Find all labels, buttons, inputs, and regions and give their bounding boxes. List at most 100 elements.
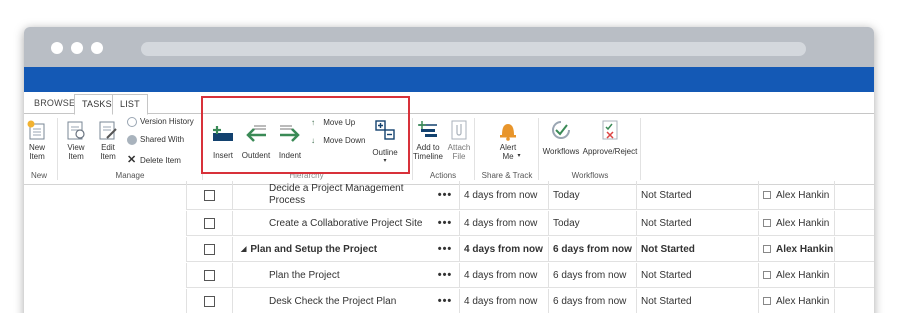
presence-checkbox[interactable] (763, 219, 771, 227)
task-title[interactable]: Plan the Project (232, 263, 427, 287)
assignee-name[interactable]: Alex Hankin (776, 190, 829, 201)
table-row[interactable]: ◢ Plan and Setup the Project ••• 4 days f… (186, 237, 874, 262)
delete-item-button[interactable]: ✕ Delete Item (127, 153, 181, 166)
alert-me-button[interactable]: Alert Me ▾ (492, 119, 524, 161)
shared-with-button[interactable]: Shared With (127, 135, 184, 145)
table-row[interactable]: Create a Collaborative Project Site ••• … (186, 211, 874, 236)
presence-checkbox[interactable] (763, 191, 771, 199)
new-item-icon (27, 120, 45, 140)
row-checkbox[interactable] (204, 295, 215, 307)
more-options-icon[interactable]: ••• (427, 289, 459, 313)
approve-reject-icon (602, 120, 618, 140)
due-date: Today (548, 181, 636, 209)
row-checkbox-cell (186, 289, 232, 313)
task-title[interactable]: Decide a Project Management Process (232, 181, 427, 209)
version-history-label: Version History (140, 117, 194, 127)
version-history-icon (127, 117, 137, 127)
ribbon-tabs: BROWSE TASKS LIST (24, 94, 874, 115)
edit-item-icon (99, 121, 117, 140)
more-options-icon[interactable]: ••• (427, 181, 459, 209)
ribbon-divider (57, 118, 58, 180)
assignee-name[interactable]: Alex Hankin (776, 270, 829, 281)
edit-item-label: Edit Item (100, 143, 116, 161)
attach-file-label: Attach File (447, 143, 471, 161)
row-checkbox[interactable] (204, 269, 215, 281)
window-dot-icon[interactable] (91, 42, 103, 54)
new-item-label: New Item (28, 143, 45, 161)
collapse-triangle-icon[interactable]: ◢ (241, 245, 246, 253)
add-to-timeline-label: Add to Timeline (413, 143, 443, 161)
paperclip-icon (451, 120, 467, 140)
view-item-icon (67, 121, 85, 140)
spacer-cell (834, 211, 856, 235)
window-dot-icon[interactable] (51, 42, 63, 54)
start-date: 4 days from now (459, 237, 548, 261)
shared-with-icon (127, 135, 137, 145)
row-checkbox-cell (186, 181, 232, 209)
table-row[interactable]: Decide a Project Management Process ••• … (186, 181, 874, 210)
more-options-icon[interactable]: ••• (427, 263, 459, 287)
presence-checkbox[interactable] (763, 271, 771, 279)
task-status: Not Started (636, 289, 758, 313)
ribbon-divider (640, 118, 641, 180)
due-date: 6 days from now (548, 237, 636, 261)
assigned-to: Alex Hankin (758, 181, 834, 209)
table-row[interactable]: Desk Check the Project Plan ••• 4 days f… (186, 289, 874, 313)
attach-file-button[interactable]: Attach File (446, 119, 472, 161)
start-date: 4 days from now (459, 211, 548, 235)
spacer-cell (834, 289, 856, 313)
more-options-icon[interactable]: ••• (427, 211, 459, 235)
timeline-icon (418, 121, 437, 137)
presence-checkbox[interactable] (763, 245, 771, 253)
window-dot-icon[interactable] (71, 42, 83, 54)
delete-item-label: Delete Item (140, 156, 181, 165)
ribbon-divider (474, 118, 475, 180)
spacer-cell (834, 263, 856, 287)
row-checkbox[interactable] (204, 189, 215, 201)
presence-checkbox[interactable] (763, 297, 771, 305)
task-status: Not Started (636, 181, 758, 209)
spacer-cell (834, 181, 856, 209)
assignee-name[interactable]: Alex Hankin (776, 218, 829, 229)
assignee-name[interactable]: Alex Hankin (776, 244, 833, 255)
shared-with-label: Shared With (140, 135, 185, 145)
task-title[interactable]: Create a Collaborative Project Site (232, 211, 427, 235)
workflows-icon (552, 121, 570, 139)
assigned-to: Alex Hankin (758, 289, 834, 313)
browser-window: BROWSE TASKS LIST New Item New View Item (24, 27, 874, 313)
more-options-icon[interactable]: ••• (427, 237, 459, 261)
workflows-label: Workflows (542, 147, 580, 156)
hierarchy-highlight (201, 96, 410, 174)
assignee-name[interactable]: Alex Hankin (776, 296, 829, 307)
due-date: 6 days from now (548, 289, 636, 313)
row-checkbox-cell (186, 237, 232, 261)
view-item-button[interactable]: View Item (62, 119, 90, 161)
workflows-button[interactable]: Workflows (540, 119, 582, 156)
task-title[interactable]: Desk Check the Project Plan (232, 289, 427, 313)
group-label-share-track: Share & Track (481, 171, 533, 180)
row-checkbox-cell (186, 211, 232, 235)
group-label-workflows: Workflows (571, 171, 609, 180)
bell-icon (500, 124, 516, 141)
start-date: 4 days from now (459, 289, 548, 313)
address-bar[interactable] (141, 42, 806, 56)
row-checkbox[interactable] (204, 243, 215, 255)
suite-bar (24, 67, 874, 92)
assigned-to: Alex Hankin (758, 237, 834, 261)
version-history-button[interactable]: Version History (127, 117, 194, 127)
approve-reject-button[interactable]: Approve/Reject (582, 119, 638, 156)
tab-list[interactable]: LIST (112, 94, 148, 115)
new-item-button[interactable]: New Item (24, 119, 52, 161)
task-title[interactable]: Plan and Setup the Project (250, 244, 377, 255)
ribbon: New Item New View Item Edit Item Version… (24, 115, 874, 185)
chevron-down-icon: ▾ (517, 153, 521, 159)
add-to-timeline-button[interactable]: Add to Timeline (412, 119, 444, 161)
delete-icon: ✕ (127, 154, 137, 166)
assigned-to: Alex Hankin (758, 211, 834, 235)
due-date: Today (548, 211, 636, 235)
row-checkbox[interactable] (204, 217, 215, 229)
group-label-actions: Actions (429, 171, 457, 180)
edit-item-button[interactable]: Edit Item (94, 119, 122, 161)
spacer-cell (834, 237, 856, 261)
table-row[interactable]: Plan the Project ••• 4 days from now 6 d… (186, 263, 874, 288)
